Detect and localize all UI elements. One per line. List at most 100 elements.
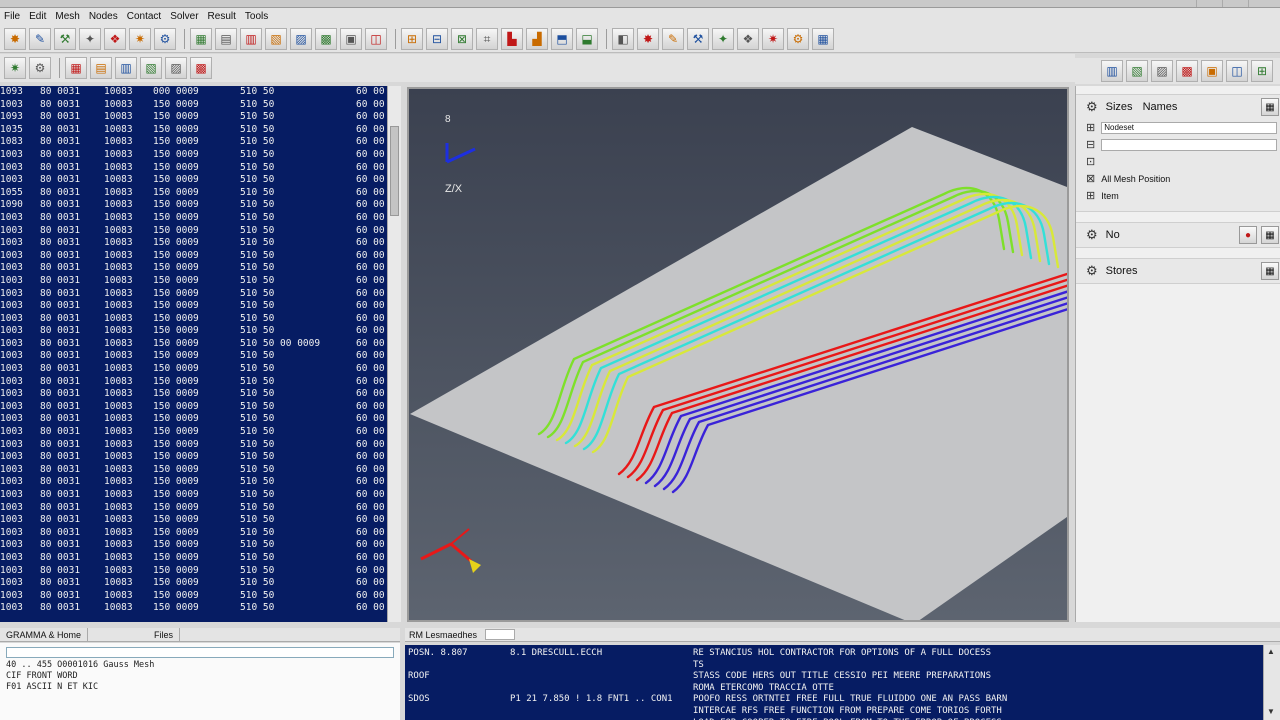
tool-icon[interactable]: ▥ bbox=[1101, 60, 1123, 82]
table-row[interactable]: 1003 80 0031 10083 150 0009 510 50 60 00 bbox=[0, 489, 387, 502]
tool-icon[interactable]: ◫ bbox=[1226, 60, 1248, 82]
tool-icon[interactable]: ✎ bbox=[29, 27, 51, 50]
table-row[interactable]: 1035 80 0031 10083 150 0009 510 50 60 00 bbox=[0, 124, 387, 137]
tool-icon[interactable]: ❖ bbox=[737, 27, 759, 50]
tool-icon[interactable]: ⚒ bbox=[54, 27, 76, 50]
table-row[interactable]: 1003 80 0031 10083 150 0009 510 50 60 00 bbox=[0, 174, 387, 187]
section-expand-button[interactable]: ▦ bbox=[1261, 262, 1279, 280]
message-scrollbar[interactable]: ▲ ▼ bbox=[1263, 645, 1280, 720]
table-row[interactable]: 1003 80 0031 10083 150 0009 510 50 60 00 bbox=[0, 590, 387, 603]
table-row[interactable]: 1090 80 0031 10083 150 0009 510 50 60 00 bbox=[0, 199, 387, 212]
menu-item-contact[interactable]: Contact bbox=[127, 11, 170, 22]
tool-icon[interactable]: ✷ bbox=[4, 57, 26, 79]
table-row[interactable]: 1003 80 0031 10083 150 0009 510 50 60 00 bbox=[0, 577, 387, 590]
table-row[interactable]: 1003 80 0031 10083 150 0009 510 50 60 00 bbox=[0, 602, 387, 615]
tool-icon[interactable]: ◧ bbox=[612, 27, 634, 50]
section-expand-button[interactable]: ▦ bbox=[1261, 226, 1279, 244]
nodeset-field[interactable]: Nodeset bbox=[1101, 121, 1277, 134]
tool-icon[interactable]: ⌗ bbox=[476, 27, 498, 50]
tool-icon[interactable]: ◫ bbox=[365, 27, 387, 50]
table-row[interactable]: 1083 80 0031 10083 150 0009 510 50 60 00 bbox=[0, 136, 387, 149]
table-row[interactable]: 1093 80 0031 10083 150 0009 510 50 60 00 bbox=[0, 111, 387, 124]
table-row[interactable]: 1003 80 0031 10083 150 0009 510 50 60 00 bbox=[0, 225, 387, 238]
table-row[interactable]: 1003 80 0031 10083 150 0009 510 50 60 00 bbox=[0, 363, 387, 376]
tool-icon[interactable]: ✸ bbox=[4, 27, 26, 50]
scroll-down-icon[interactable]: ▼ bbox=[1267, 707, 1277, 717]
sizes-header[interactable]: ⚙ Sizes Names ▦ bbox=[1076, 95, 1280, 119]
tool-icon[interactable]: ▧ bbox=[140, 57, 162, 79]
tool-icon[interactable]: ⊠ bbox=[451, 27, 473, 50]
tool-icon[interactable]: ⚙ bbox=[787, 27, 809, 50]
table-row[interactable]: 1003 80 0031 10083 150 0009 510 50 60 00 bbox=[0, 237, 387, 250]
tool-icon[interactable]: ▦ bbox=[65, 57, 87, 79]
menu-item-tools[interactable]: Tools bbox=[245, 11, 277, 22]
stores-header[interactable]: ⚙ Stores ▦ bbox=[1076, 259, 1280, 283]
tool-icon[interactable]: ▥ bbox=[115, 57, 137, 79]
table-row[interactable]: 1003 80 0031 10083 150 0009 510 50 60 00 bbox=[0, 212, 387, 225]
tool-icon[interactable]: ▩ bbox=[190, 57, 212, 79]
table-row[interactable]: 1003 80 0031 10083 150 0009 510 50 60 00 bbox=[0, 527, 387, 540]
tool-icon[interactable]: ✎ bbox=[662, 27, 684, 50]
tool-icon[interactable]: ▤ bbox=[90, 57, 112, 79]
message-filter-field[interactable] bbox=[485, 629, 516, 640]
table-row[interactable]: 1003 80 0031 10083 150 0009 510 50 60 00 bbox=[0, 451, 387, 464]
mesh-position-row[interactable]: ⊠ All Mesh Position bbox=[1076, 170, 1280, 187]
color-picker-button[interactable]: ● bbox=[1239, 226, 1257, 244]
table-row[interactable]: 1003 80 0031 10083 150 0009 510 50 60 00 bbox=[0, 250, 387, 263]
listing-scrollbar[interactable] bbox=[387, 86, 401, 622]
close-button[interactable] bbox=[1248, 0, 1274, 7]
table-row[interactable]: 1003 80 0031 10083 150 0009 510 50 60 00 bbox=[0, 350, 387, 363]
tool-icon[interactable]: ▤ bbox=[215, 27, 237, 50]
scroll-up-icon[interactable]: ▲ bbox=[1267, 647, 1277, 657]
menu-item-mesh[interactable]: Mesh bbox=[55, 11, 88, 22]
tool-icon[interactable]: ▧ bbox=[1126, 60, 1148, 82]
tool-icon[interactable]: ▥ bbox=[240, 27, 262, 50]
table-row[interactable]: 1003 80 0031 10083 150 0009 510 50 60 00 bbox=[0, 552, 387, 565]
tool-icon[interactable]: ⚒ bbox=[687, 27, 709, 50]
names-tab[interactable]: Names bbox=[1143, 101, 1178, 113]
table-row[interactable]: 1093 80 0031 10083 000 0009 510 50 60 00 bbox=[0, 86, 387, 99]
table-row[interactable]: 1003 80 0031 10083 150 0009 510 50 60 00 bbox=[0, 149, 387, 162]
command-input[interactable] bbox=[6, 647, 394, 658]
table-row[interactable]: 1003 80 0031 10083 150 0009 510 50 60 00 bbox=[0, 162, 387, 175]
menu-item-solver[interactable]: Solver bbox=[170, 11, 207, 22]
tool-icon[interactable]: ▙ bbox=[501, 27, 523, 50]
table-row[interactable]: 1003 80 0031 10083 150 0009 510 50 60 00 bbox=[0, 514, 387, 527]
tool-icon[interactable]: ▩ bbox=[315, 27, 337, 50]
tool-icon[interactable]: ▟ bbox=[526, 27, 548, 50]
table-row[interactable]: 1003 80 0031 10083 150 0009 510 50 60 00 bbox=[0, 464, 387, 477]
tool-icon[interactable]: ✸ bbox=[637, 27, 659, 50]
table-row[interactable]: 1003 80 0031 10083 150 0009 510 50 60 00 bbox=[0, 288, 387, 301]
tool-icon[interactable]: ▦ bbox=[812, 27, 834, 50]
table-row[interactable]: 1003 80 0031 10083 150 0009 510 50 60 00 bbox=[0, 476, 387, 489]
log-tab-files[interactable]: Files bbox=[148, 627, 181, 642]
tool-icon[interactable]: ✷ bbox=[762, 27, 784, 50]
maximize-button[interactable] bbox=[1222, 0, 1248, 7]
tool-icon[interactable]: ⊟ bbox=[426, 27, 448, 50]
scrollbar-thumb[interactable] bbox=[390, 126, 399, 216]
table-row[interactable]: 1003 80 0031 10083 150 0009 510 50 00 0009 60… bbox=[0, 338, 387, 351]
menu-item-result[interactable]: Result bbox=[208, 11, 245, 22]
item-row[interactable]: ⊞ Item bbox=[1076, 187, 1280, 204]
tool-icon[interactable]: ▨ bbox=[290, 27, 312, 50]
table-row[interactable]: 1003 80 0031 10083 150 0009 510 50 60 00 bbox=[0, 313, 387, 326]
tool-icon[interactable]: ▩ bbox=[1176, 60, 1198, 82]
tool-icon[interactable]: ⚙ bbox=[154, 27, 176, 50]
table-row[interactable]: 1003 80 0031 10083 150 0009 510 50 60 00 bbox=[0, 99, 387, 112]
table-row[interactable]: 1003 80 0031 10083 150 0009 510 50 60 00 bbox=[0, 426, 387, 439]
menu-item-file[interactable]: File bbox=[4, 11, 29, 22]
table-row[interactable]: 1003 80 0031 10083 150 0009 510 50 60 00 bbox=[0, 300, 387, 313]
table-row[interactable]: 1003 80 0031 10083 150 0009 510 50 60 00 bbox=[0, 325, 387, 338]
table-row[interactable]: 1003 80 0031 10083 150 0009 510 50 60 00 bbox=[0, 565, 387, 578]
tool-icon[interactable]: ❖ bbox=[104, 27, 126, 50]
node-listing-panel[interactable]: 1093 80 0031 10083 000 0009 510 50 60 00 1003 8… bbox=[0, 86, 387, 622]
table-row[interactable]: 1003 80 0031 10083 150 0009 510 50 60 00 bbox=[0, 539, 387, 552]
table-row[interactable]: 1003 80 0031 10083 150 0009 510 50 60 00 bbox=[0, 502, 387, 515]
table-row[interactable]: 1003 80 0031 10083 150 0009 510 50 60 00 bbox=[0, 439, 387, 452]
tool-icon[interactable]: ✷ bbox=[129, 27, 151, 50]
tool-icon[interactable]: ▧ bbox=[265, 27, 287, 50]
tool-icon[interactable]: ▦ bbox=[190, 27, 212, 50]
tool-icon[interactable]: ⊞ bbox=[1251, 60, 1273, 82]
tool-icon[interactable]: ▣ bbox=[1201, 60, 1223, 82]
table-row[interactable]: 1003 80 0031 10083 150 0009 510 50 60 00 bbox=[0, 401, 387, 414]
